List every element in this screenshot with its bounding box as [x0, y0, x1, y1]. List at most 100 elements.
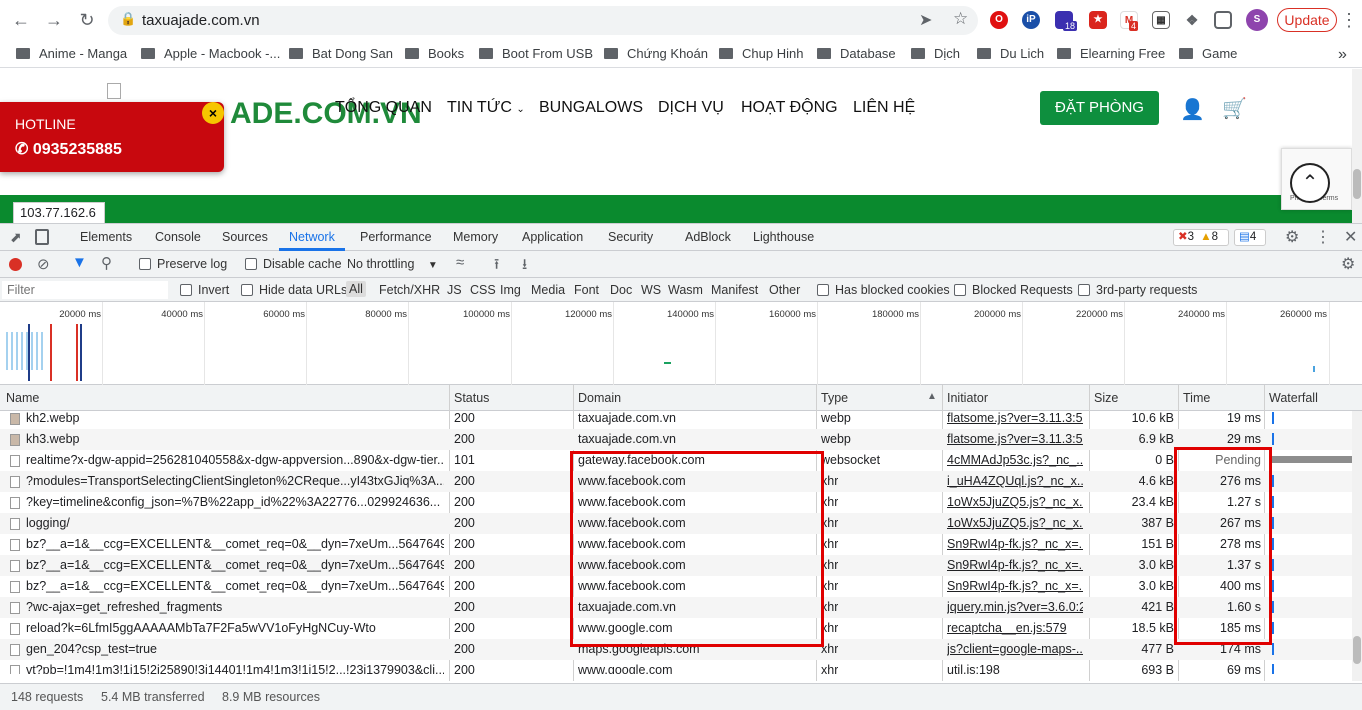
network-overview-timeline[interactable]: 20000 ms 40000 ms 60000 ms 80000 ms 1000… — [0, 302, 1362, 385]
opera-ext-icon[interactable]: O — [990, 11, 1008, 29]
request-initiator[interactable]: js?client=google-maps-... — [947, 642, 1083, 656]
request-initiator[interactable]: 1oWx5JjuZQ5.js?_nc_x... — [947, 516, 1083, 530]
request-name[interactable]: ?wc-ajax=get_refreshed_fragments — [26, 600, 444, 614]
invert-checkbox[interactable]: Invert — [180, 283, 229, 297]
type-filter-media[interactable]: Media — [531, 283, 565, 297]
column-size[interactable]: Size — [1094, 391, 1118, 405]
hotline-close-icon[interactable]: × — [202, 102, 224, 124]
request-name[interactable]: ?modules=TransportSelectingClientSinglet… — [26, 474, 444, 488]
table-row[interactable]: kh2.webp 200 taxuajade.com.vn webp flatsome.… — [0, 411, 1352, 429]
bookmark-folder[interactable]: Database — [817, 46, 896, 61]
filter-input[interactable] — [2, 281, 168, 299]
type-filter-img[interactable]: Img — [500, 283, 521, 297]
type-filter-wasm[interactable]: Wasm — [668, 283, 703, 297]
address-bar[interactable]: 🔒 taxuajade.com.vn ➤ ☆ — [108, 6, 978, 35]
request-initiator[interactable]: flatsome.js?ver=3.11.3:51 — [947, 411, 1083, 425]
update-button[interactable]: Update — [1277, 8, 1337, 32]
menu-kebab-icon[interactable]: ⋮ — [1338, 9, 1360, 31]
type-filter-js[interactable]: JS — [447, 283, 462, 297]
search-icon[interactable]: ⚲ — [101, 254, 112, 272]
tab-network[interactable]: Network — [289, 230, 335, 244]
url-text[interactable]: taxuajade.com.vn — [142, 12, 260, 29]
bookmark-folder[interactable]: Game — [1179, 46, 1237, 61]
bookmark-folder[interactable]: Books — [405, 46, 464, 61]
more-options-icon[interactable]: ⋮ — [1315, 227, 1331, 247]
request-name[interactable]: gen_204?csp_test=true — [26, 642, 444, 656]
menu-item-lien-he[interactable]: LIÊN HỆ — [853, 99, 915, 117]
tab-console[interactable]: Console — [155, 230, 201, 244]
tab-elements[interactable]: Elements — [80, 230, 132, 244]
request-initiator[interactable]: 4cMMAdJp53c.js?_nc_... — [947, 453, 1083, 467]
request-name[interactable]: ?key=timeline&config_json=%7B%22app_id%2… — [26, 495, 444, 509]
type-filter-doc[interactable]: Doc — [610, 283, 632, 297]
bookmark-folder[interactable]: Chứng Khoán — [604, 46, 708, 61]
bookmark-folder[interactable]: Chup Hinh — [719, 46, 803, 61]
column-domain[interactable]: Domain — [578, 391, 621, 405]
bookmark-folder[interactable]: Bat Dong San — [289, 46, 393, 61]
record-icon[interactable] — [9, 258, 22, 271]
table-row[interactable]: vt?pb=!1m4!1m3!1i15!2i25890!3i14401!1m4!… — [0, 660, 1352, 674]
ip-ext-icon[interactable]: iP — [1022, 11, 1040, 29]
tab-performance[interactable]: Performance — [360, 230, 432, 244]
column-type[interactable]: Type — [821, 391, 848, 405]
request-initiator[interactable]: util.js:198 — [947, 663, 1083, 674]
menu-item-tin-tuc[interactable]: TIN TỨC ⌄ — [447, 99, 525, 117]
type-filter-font[interactable]: Font — [574, 283, 599, 297]
blocked-requests-checkbox[interactable]: Blocked Requests — [954, 283, 1073, 297]
request-name[interactable]: vt?pb=!1m4!1m3!1i15!2i25890!3i14401!1m4!… — [26, 663, 444, 674]
request-name[interactable]: logging/ — [26, 516, 444, 530]
menu-item-tong-quan[interactable]: TỔNG QUAN — [335, 99, 432, 117]
bookmark-folder[interactable]: Elearning Free — [1057, 46, 1165, 61]
menu-item-dich-vu[interactable]: DỊCH VỤ — [658, 99, 724, 117]
hotline-popup[interactable]: HOTLINE ✆ 0935235885 — [0, 102, 224, 172]
message-count[interactable]: ▤4 — [1234, 229, 1266, 246]
filter-funnel-icon[interactable]: ▼ — [72, 254, 87, 271]
reload-icon[interactable]: ↻ — [76, 9, 98, 31]
qr-icon[interactable]: ▦ — [1152, 11, 1170, 29]
bookmark-folder[interactable]: Du Lich — [977, 46, 1044, 61]
type-filter-other[interactable]: Other — [769, 283, 800, 297]
column-name[interactable]: Name — [6, 391, 39, 405]
type-filter-css[interactable]: CSS — [470, 283, 496, 297]
device-toggle-icon[interactable] — [35, 229, 49, 245]
import-har-icon[interactable]: ⭱ — [494, 254, 499, 279]
inspect-icon[interactable]: ⬈ — [10, 229, 22, 246]
request-initiator[interactable]: Sn9RwI4p-fk.js?_nc_x=... — [947, 537, 1083, 551]
vn-flag-icon[interactable]: ★ — [1089, 11, 1107, 29]
type-filter-manifest[interactable]: Manifest — [711, 283, 758, 297]
preserve-log-checkbox[interactable]: Preserve log — [139, 257, 227, 271]
side-panel-icon[interactable] — [1214, 11, 1232, 29]
request-initiator[interactable]: Sn9RwI4p-fk.js?_nc_x=... — [947, 579, 1083, 593]
forward-icon[interactable]: → — [43, 9, 65, 31]
extensions-puzzle-icon[interactable]: ❖ — [1183, 11, 1201, 29]
back-icon[interactable]: ← — [10, 9, 32, 31]
export-har-icon[interactable]: ⭳ — [522, 254, 527, 279]
bookmark-folder[interactable]: Apple - Macbook -... — [141, 46, 280, 61]
type-filter-ws[interactable]: WS — [641, 283, 661, 297]
type-filter-fetch-xhr[interactable]: Fetch/XHR — [379, 283, 440, 297]
type-filter-all[interactable]: All — [346, 281, 366, 297]
bookmark-folder[interactable]: Boot From USB — [479, 46, 593, 61]
request-name[interactable]: kh3.webp — [26, 432, 444, 446]
issue-counts[interactable]: ✖3 ▲8 — [1173, 229, 1229, 246]
bookmark-star-icon[interactable]: ☆ — [953, 9, 968, 29]
request-initiator[interactable]: i_uHA4ZQUql.js?_nc_x... — [947, 474, 1083, 488]
request-initiator[interactable]: recaptcha__en.js:579 — [947, 621, 1083, 635]
hide-data-urls-checkbox[interactable]: Hide data URLs — [241, 283, 347, 297]
request-initiator[interactable]: 1oWx5JjuZQ5.js?_nc_x... — [947, 495, 1083, 509]
tab-memory[interactable]: Memory — [453, 230, 498, 244]
column-status[interactable]: Status — [454, 391, 489, 405]
settings-gear-icon[interactable]: ⚙ — [1285, 227, 1299, 247]
tab-lighthouse[interactable]: Lighthouse — [753, 230, 814, 244]
request-name[interactable]: bz?__a=1&__ccg=EXCELLENT&__comet_req=0&_… — [26, 558, 444, 572]
table-scrollbar[interactable] — [1352, 411, 1362, 681]
send-icon[interactable]: ➤ — [919, 10, 932, 30]
third-party-checkbox[interactable]: 3rd-party requests — [1078, 283, 1197, 297]
table-row[interactable]: kh3.webp 200 taxuajade.com.vn webp flatsome.… — [0, 429, 1352, 450]
tab-sources[interactable]: Sources — [222, 230, 268, 244]
bookmark-folder[interactable]: Anime - Manga — [16, 46, 127, 61]
column-initiator[interactable]: Initiator — [947, 391, 988, 405]
request-name[interactable]: bz?__a=1&__ccg=EXCELLENT&__comet_req=0&_… — [26, 537, 444, 551]
tab-security[interactable]: Security — [608, 230, 653, 244]
network-settings-icon[interactable]: ⚙ — [1341, 254, 1355, 274]
